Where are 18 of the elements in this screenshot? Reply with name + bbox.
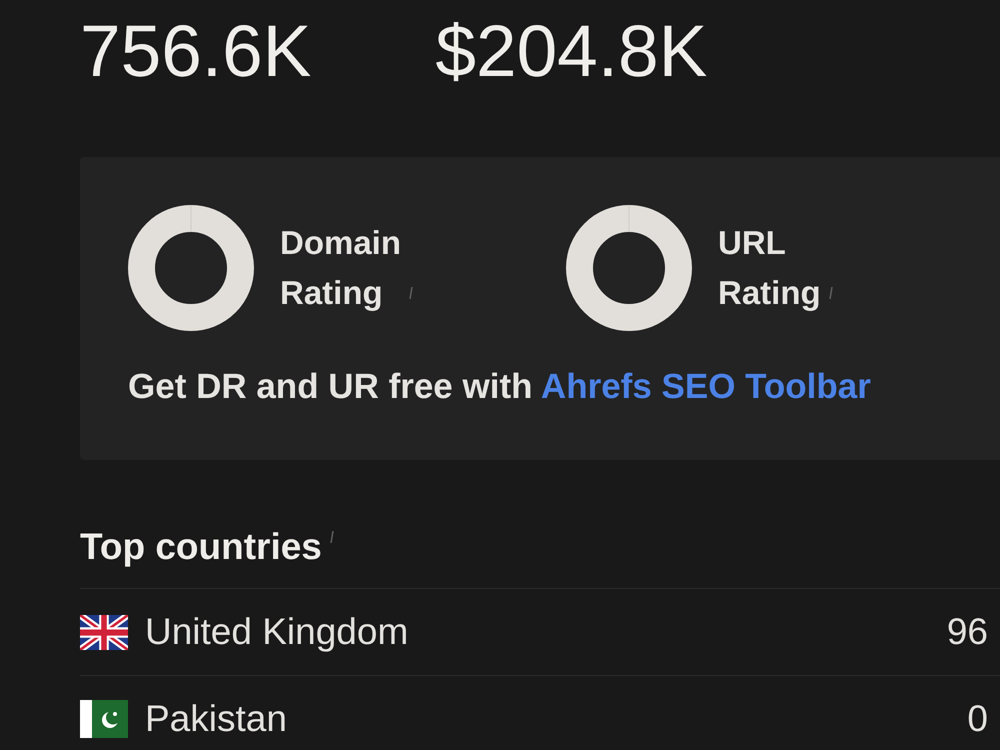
ring-icon: [566, 205, 692, 331]
rating-label: URL Rating: [718, 223, 821, 313]
flag-icon: [80, 700, 128, 738]
metric-value: 756.6K: [80, 15, 312, 88]
info-icon[interactable]: [409, 287, 414, 299]
rating-label: Domain Rating: [280, 223, 402, 313]
flag-icon: [80, 614, 128, 650]
toolbar-link[interactable]: Ahrefs SEO Toolbar: [540, 367, 871, 406]
country-name: Pakistan: [145, 697, 287, 741]
country-share: 0: [967, 697, 988, 741]
country-share: 96: [946, 610, 988, 654]
country-name: United Kingdom: [145, 610, 408, 654]
info-icon[interactable]: [828, 287, 833, 299]
info-icon[interactable]: [330, 531, 334, 543]
promo-text: Get DR and UR free with Ahrefs SEO Toolbar: [128, 367, 871, 407]
section-title: Top countries: [80, 525, 322, 569]
ring-icon: [128, 205, 254, 331]
metric-value: $204.8K: [435, 15, 708, 88]
